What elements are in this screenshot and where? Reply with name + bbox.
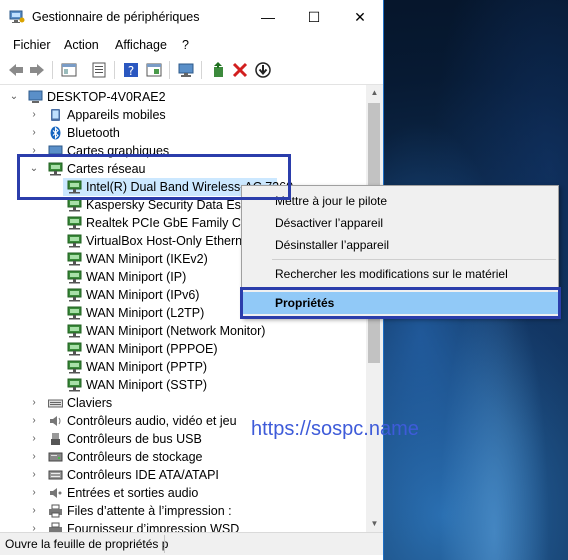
forward-arrow-icon[interactable] bbox=[28, 61, 46, 79]
status-text: Ouvre la feuille de propriétés p bbox=[5, 537, 169, 551]
menu-bar: Fichier Action Affichage ? bbox=[0, 34, 383, 56]
usb-icon bbox=[51, 433, 60, 445]
menu-action[interactable]: Action bbox=[64, 38, 99, 52]
collapse-chevron-icon[interactable]: ⌄ bbox=[28, 160, 40, 178]
maximize-button[interactable]: ☐ bbox=[291, 0, 337, 34]
context-properties[interactable]: Propriétés bbox=[242, 292, 558, 314]
context-update-driver[interactable]: Mettre à jour le pilote bbox=[242, 190, 558, 212]
console-tree-icon[interactable] bbox=[60, 61, 78, 79]
network-adapter-icon bbox=[48, 162, 63, 176]
network-adapter-icon bbox=[67, 252, 82, 266]
update-driver-icon[interactable] bbox=[209, 61, 227, 79]
context-disable-device[interactable]: Désactiver l’appareil bbox=[242, 212, 558, 234]
network-adapter-icon bbox=[67, 378, 82, 392]
bluetooth-icon bbox=[50, 126, 61, 140]
device-manager-icon bbox=[9, 10, 25, 23]
tree-category[interactable]: › Files d’attente à l’impression : bbox=[0, 502, 367, 520]
toolbar-separator bbox=[169, 61, 170, 79]
expand-chevron-icon[interactable]: › bbox=[28, 142, 40, 160]
toolbar-separator bbox=[114, 61, 115, 79]
expand-chevron-icon[interactable]: › bbox=[28, 502, 40, 520]
tree-category[interactable]: › Cartes graphiques bbox=[0, 142, 367, 160]
help-icon[interactable]: ? bbox=[122, 61, 140, 79]
tree-category[interactable]: › Contrôleurs de stockage bbox=[0, 448, 367, 466]
expand-chevron-icon[interactable]: › bbox=[28, 394, 40, 412]
speaker-icon bbox=[50, 416, 61, 426]
expand-chevron-icon[interactable]: › bbox=[28, 430, 40, 448]
mobile-device-icon bbox=[51, 109, 60, 121]
network-adapter-icon bbox=[67, 306, 82, 320]
status-bar: Ouvre la feuille de propriétés p bbox=[0, 532, 383, 555]
keyboard-icon bbox=[48, 399, 63, 408]
title-bar[interactable]: Gestionnaire de périphériques — ☐ ✕ bbox=[0, 0, 383, 34]
back-arrow-icon[interactable] bbox=[7, 61, 25, 79]
menu-fichier[interactable]: Fichier bbox=[13, 38, 51, 52]
tree-root[interactable]: ⌄ DESKTOP-4V0RAE2 bbox=[0, 88, 367, 106]
toolbar-separator bbox=[52, 61, 53, 79]
tree-category[interactable]: › Contrôleurs IDE ATA/ATAPI bbox=[0, 466, 367, 484]
toolbar: ? bbox=[0, 56, 383, 85]
uninstall-x-icon[interactable] bbox=[231, 61, 249, 79]
network-adapter-icon bbox=[67, 342, 82, 356]
context-uninstall-device[interactable]: Désinstaller l’appareil bbox=[242, 234, 558, 256]
disable-device-icon[interactable] bbox=[254, 61, 272, 79]
tree-category[interactable]: › Entrées et sorties audio bbox=[0, 484, 367, 502]
network-adapter-row[interactable]: WAN Miniport (PPTP) bbox=[0, 358, 367, 376]
network-adapter-icon bbox=[67, 216, 82, 230]
collapse-chevron-icon[interactable]: ⌄ bbox=[8, 88, 20, 106]
display-adapter-icon bbox=[48, 145, 63, 157]
network-adapter-icon bbox=[67, 198, 82, 212]
expand-chevron-icon[interactable]: › bbox=[28, 520, 40, 532]
network-adapter-row[interactable]: WAN Miniport (Network Monitor) bbox=[0, 322, 367, 340]
context-separator bbox=[272, 288, 556, 289]
scroll-down-arrow-icon[interactable]: ▼ bbox=[366, 516, 383, 532]
minimize-button[interactable]: — bbox=[245, 0, 291, 34]
properties-sheet-icon[interactable] bbox=[90, 61, 108, 79]
context-menu: Mettre à jour le pilote Désactiver l’app… bbox=[241, 185, 559, 318]
tree-category[interactable]: › Fournisseur d’impression WSD bbox=[0, 520, 367, 532]
expand-chevron-icon[interactable]: › bbox=[28, 466, 40, 484]
tree-category-network[interactable]: ⌄ Cartes réseau bbox=[0, 160, 367, 178]
network-adapter-icon bbox=[67, 288, 82, 302]
expand-chevron-icon[interactable]: › bbox=[28, 448, 40, 466]
network-adapter-icon bbox=[67, 180, 82, 194]
menu-affichage[interactable]: Affichage bbox=[115, 38, 167, 52]
tree-category[interactable]: › Bluetooth bbox=[0, 124, 367, 142]
svg-text:?: ? bbox=[128, 64, 134, 78]
toolbar-separator bbox=[201, 61, 202, 79]
scroll-up-arrow-icon[interactable]: ▲ bbox=[366, 85, 383, 101]
close-button[interactable]: ✕ bbox=[337, 0, 383, 34]
context-scan-hardware[interactable]: Rechercher les modifications sur le maté… bbox=[242, 263, 558, 285]
expand-chevron-icon[interactable]: › bbox=[28, 484, 40, 502]
print-provider-icon bbox=[49, 522, 62, 532]
audio-io-icon bbox=[50, 488, 62, 498]
window-title: Gestionnaire de périphériques bbox=[32, 10, 200, 24]
show-hide-icon[interactable] bbox=[145, 61, 163, 79]
context-separator bbox=[272, 259, 556, 260]
network-adapter-icon bbox=[67, 234, 82, 248]
storage-controller-icon bbox=[48, 452, 63, 462]
expand-chevron-icon[interactable]: › bbox=[28, 412, 40, 430]
watermark-text: https://sospc.name bbox=[251, 418, 419, 440]
ide-controller-icon bbox=[48, 470, 63, 480]
monitor-scan-icon[interactable] bbox=[177, 61, 195, 79]
network-adapter-row[interactable]: WAN Miniport (SSTP) bbox=[0, 376, 367, 394]
network-adapter-row[interactable]: WAN Miniport (PPPOE) bbox=[0, 340, 367, 358]
network-adapter-icon bbox=[67, 360, 82, 374]
tree-category[interactable]: › Claviers bbox=[0, 394, 367, 412]
expand-chevron-icon[interactable]: › bbox=[28, 124, 40, 142]
computer-icon bbox=[28, 90, 43, 103]
menu-help[interactable]: ? bbox=[182, 38, 189, 52]
printer-queue-icon bbox=[49, 504, 62, 518]
network-adapter-icon bbox=[67, 324, 82, 338]
expand-chevron-icon[interactable]: › bbox=[28, 106, 40, 124]
status-separator bbox=[164, 535, 165, 553]
tree-category[interactable]: › Appareils mobiles bbox=[0, 106, 367, 124]
network-adapter-icon bbox=[67, 270, 82, 284]
